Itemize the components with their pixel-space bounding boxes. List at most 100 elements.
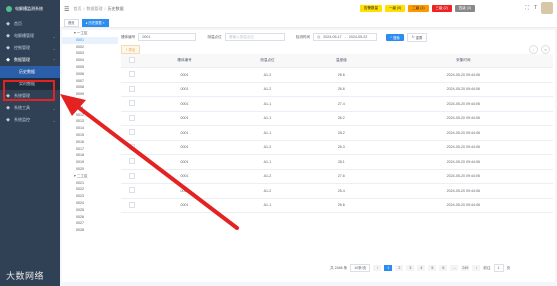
tree-group[interactable]: ▾ 二工区: [62, 173, 120, 180]
tree-node[interactable]: 0007: [62, 78, 120, 85]
page-button[interactable]: 2: [395, 265, 404, 271]
export-button[interactable]: ⤓ 导出: [121, 44, 141, 54]
select-all-cell[interactable]: [121, 54, 143, 68]
tree-node[interactable]: 0019: [62, 159, 120, 166]
checkbox[interactable]: [129, 85, 135, 92]
tree-node[interactable]: 0018: [62, 152, 120, 159]
checkbox[interactable]: [129, 114, 135, 121]
checkbox[interactable]: [129, 100, 135, 107]
tree-node[interactable]: 0013: [62, 118, 120, 125]
table-row[interactable]: 0001 A1-2 26.6 2024-05-20 09:44:06: [121, 82, 553, 97]
avatar[interactable]: [541, 2, 553, 14]
sidebar-item[interactable]: ◆ 首页: [0, 18, 60, 30]
goto-input[interactable]: 1: [493, 264, 504, 272]
tree-node[interactable]: 0025: [62, 207, 120, 214]
tree-node[interactable]: 0012: [62, 112, 120, 119]
refresh-icon[interactable]: ↻: [541, 45, 550, 54]
checkbox[interactable]: [129, 71, 135, 78]
select-cell[interactable]: [121, 169, 143, 184]
tree-node[interactable]: 0023: [62, 193, 120, 200]
next-page-button[interactable]: ›: [472, 265, 481, 271]
alarm-badge[interactable]: 三级 (2): [431, 5, 452, 12]
tag-history[interactable]: ● 历史数据 ×: [81, 18, 109, 27]
tree-node[interactable]: 0028: [62, 227, 120, 234]
page-button[interactable]: 1: [384, 265, 393, 271]
checkbox[interactable]: [129, 143, 135, 150]
tree-node[interactable]: 0005: [62, 64, 120, 71]
tag-home[interactable]: 首页: [64, 18, 79, 27]
table-row[interactable]: 0001 A1-2 27.6 2024-05-20 09:44:06: [121, 169, 553, 184]
page-button[interactable]: ...: [450, 265, 459, 271]
tree-group[interactable]: ▾ 一工区: [62, 30, 120, 37]
page-button[interactable]: 6: [439, 265, 448, 271]
prev-page-button[interactable]: ‹: [373, 265, 382, 271]
table-row[interactable]: 0001 A1-2 25.4 2024-05-20 09:44:06: [121, 183, 553, 199]
sidebar-item[interactable]: ◆ 系统工具 ⌄: [0, 102, 60, 114]
table-row[interactable]: 0001 A1-1 28.2 2024-05-20 09:44:06: [121, 125, 553, 141]
checkbox[interactable]: [129, 187, 135, 194]
sidebar-item[interactable]: ◆ 电解槽管理 ⌄: [0, 30, 60, 42]
sidebar-item[interactable]: ◆ 数据管理 ⌃: [0, 54, 60, 66]
page-button[interactable]: 3: [406, 265, 415, 271]
table-row[interactable]: 0001 A1-1 26.6 2024-05-20 09:44:06: [121, 198, 553, 213]
hamburger-icon[interactable]: ☰: [64, 6, 69, 13]
tree-node[interactable]: 0022: [62, 186, 120, 193]
breadcrumb-item[interactable]: 数据管理: [87, 6, 103, 12]
tree-node[interactable]: 0024: [62, 200, 120, 207]
select-cell[interactable]: [121, 111, 143, 126]
sidebar-item[interactable]: 历史数据: [0, 66, 60, 78]
tree-node[interactable]: 0016: [62, 139, 120, 146]
tree-node[interactable]: 0002: [62, 44, 120, 51]
select-cell[interactable]: [121, 125, 143, 141]
reset-button[interactable]: ↻ 重置: [406, 32, 428, 42]
tree-node[interactable]: 0003: [62, 50, 120, 57]
checkbox[interactable]: [129, 57, 135, 63]
alarm-badge[interactable]: 四级 (3): [454, 5, 475, 12]
date-range-picker[interactable]: ◷ 2024-05-17 - 2024-05-22: [313, 33, 378, 41]
tree-node[interactable]: 0006: [62, 71, 120, 78]
tree-node[interactable]: 0008: [62, 84, 120, 91]
table-row[interactable]: 0001 A1-1 28.1 2024-05-20 09:44:06: [121, 154, 553, 170]
tree-node[interactable]: 0001: [62, 36, 120, 44]
table-row[interactable]: 0001 A1-1 27.4 2024-05-20 09:44:06: [121, 96, 553, 112]
tree-node[interactable]: 0010: [62, 98, 120, 105]
tree-node[interactable]: 0017: [62, 146, 120, 153]
select-cell[interactable]: [121, 140, 143, 155]
tree-node[interactable]: 0021: [62, 180, 120, 187]
tree-node[interactable]: 0026: [62, 214, 120, 221]
breadcrumb-item[interactable]: 首页: [73, 6, 81, 12]
select-cell[interactable]: [121, 67, 143, 83]
select-cell[interactable]: [121, 183, 143, 199]
checkbox[interactable]: [129, 158, 135, 165]
tree-node[interactable]: 0014: [62, 125, 120, 132]
checkbox[interactable]: [129, 172, 135, 179]
cell-input[interactable]: 0001: [138, 33, 197, 41]
font-size-icon[interactable]: T: [534, 5, 537, 11]
alarm-badge[interactable]: 一级 (0): [385, 5, 406, 12]
checkbox[interactable]: [129, 201, 135, 208]
tree-node[interactable]: 0020: [62, 166, 120, 173]
tree-node[interactable]: 0027: [62, 220, 120, 227]
table-row[interactable]: 0001 A1-2 26.6 2024-05-20 09:44:06: [121, 67, 553, 83]
select-cell[interactable]: [121, 198, 143, 213]
checkbox[interactable]: [129, 129, 135, 136]
page-button[interactable]: 5: [428, 265, 437, 271]
tree-node[interactable]: 0009: [62, 91, 120, 98]
select-cell[interactable]: [121, 96, 143, 112]
search-button[interactable]: ⌕ 搜索: [386, 33, 404, 41]
select-cell[interactable]: [121, 154, 143, 170]
select-cell[interactable]: [121, 82, 143, 97]
table-row[interactable]: 0001 A1-2 26.3 2024-05-20 09:44:06: [121, 140, 553, 155]
tree-node[interactable]: 0015: [62, 132, 120, 139]
sidebar-item[interactable]: ◆ 控制管理 ⌄: [0, 42, 60, 54]
tree-node[interactable]: 0011: [62, 105, 120, 112]
page-button[interactable]: 4: [417, 265, 426, 271]
point-input[interactable]: 请输入测温点位: [224, 33, 285, 41]
tree-node[interactable]: 0004: [62, 57, 120, 64]
sidebar-item[interactable]: ◆ 系统监控 ⌄: [0, 114, 60, 126]
alarm-badge[interactable]: 告警数量: [360, 5, 382, 12]
alarm-badge[interactable]: 二级 (1): [408, 5, 429, 12]
fullscreen-icon[interactable]: ⛶: [525, 5, 529, 11]
table-row[interactable]: 0001 A1-1 26.2 2024-05-20 09:44:06: [121, 111, 553, 126]
page-button[interactable]: 249: [461, 265, 470, 271]
